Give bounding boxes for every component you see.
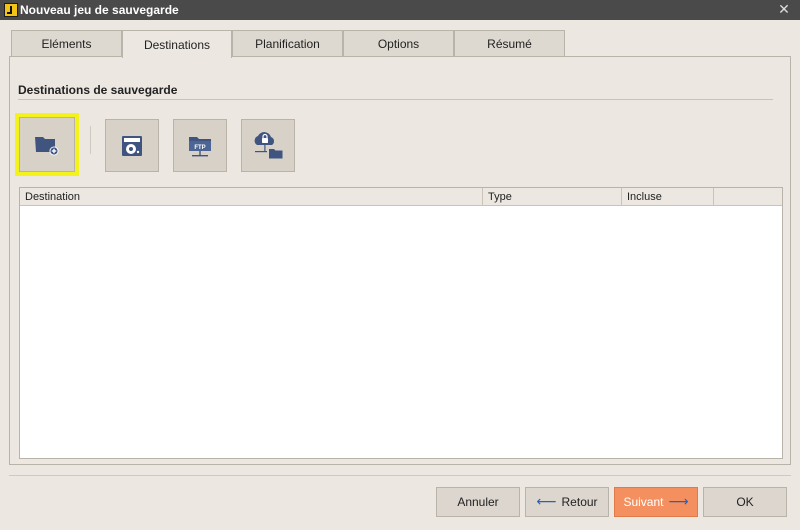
section-title: Destinations de sauvegarde [18,83,178,97]
add-drive-destination-button[interactable] [105,119,159,172]
column-header-incluse[interactable]: Incluse [622,188,714,206]
add-ftp-destination-button[interactable]: FTP [173,119,227,172]
tab-destinations[interactable]: Destinations [122,30,232,58]
svg-text:FTP: FTP [194,145,205,151]
disc-drive-icon [122,135,142,156]
ftp-folder-icon: FTP [189,136,211,156]
table-header: Destination Type Incluse [20,188,782,206]
next-button-label: Suivant [623,495,664,509]
next-button[interactable]: Suivant ⟶ [614,487,698,517]
back-button-label: Retour [561,495,598,509]
tab-resume[interactable]: Résumé [454,30,565,57]
arrow-right-icon: ⟶ [668,494,689,510]
add-folder-destination-button[interactable] [15,113,79,176]
title-bar: Nouveau jeu de sauvegarde ✕ [0,0,800,20]
destinations-table[interactable]: Destination Type Incluse [19,187,783,459]
ok-button[interactable]: OK [703,487,787,517]
tab-options[interactable]: Options [343,30,454,57]
tab-planification[interactable]: Planification [232,30,343,57]
tab-elements[interactable]: Eléments [11,30,122,57]
app-logo-icon [4,3,18,17]
column-header-spacer [714,188,782,206]
cloud-lock-folder-icon [254,131,283,158]
column-header-destination[interactable]: Destination [20,188,483,206]
column-header-type[interactable]: Type [483,188,622,206]
folder-add-icon [35,136,59,155]
add-cloud-destination-button[interactable] [241,119,295,172]
toolbar-separator [90,126,91,154]
window-title: Nouveau jeu de sauvegarde [20,3,179,17]
ok-button-label: OK [736,495,754,509]
cancel-button[interactable]: Annuler [436,487,520,517]
tab-bar: Eléments Destinations Planification Opti… [11,30,565,58]
arrow-left-icon: ⟵ [536,494,557,510]
footer-divider [9,475,791,476]
section-divider [18,99,773,100]
back-button[interactable]: ⟵ Retour [525,487,609,517]
close-icon[interactable]: ✕ [776,2,792,18]
destinations-panel: Destinations de sauvegarde FTP Destinati… [9,56,791,465]
cancel-button-label: Annuler [457,495,499,509]
